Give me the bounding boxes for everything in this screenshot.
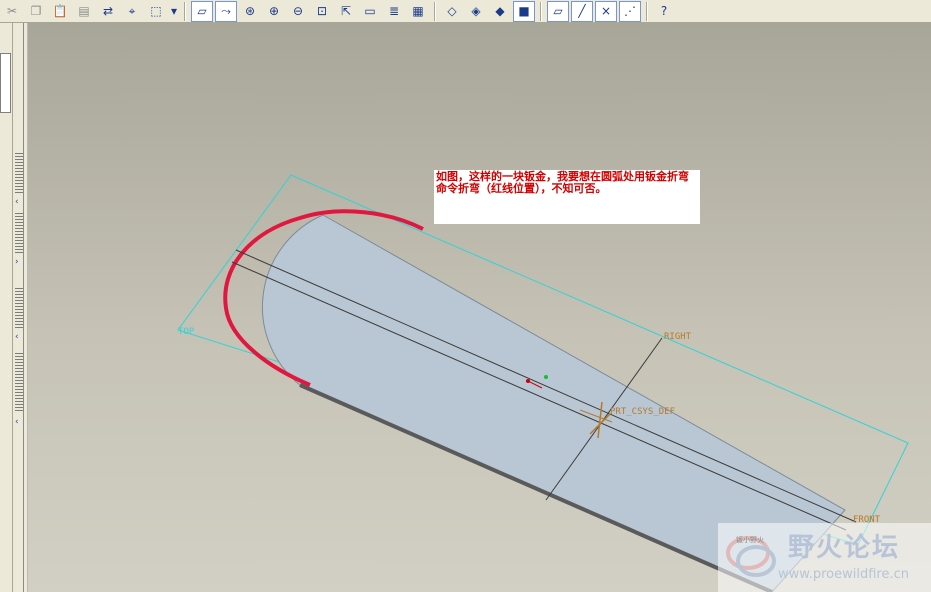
- watermark-title: 野火论坛: [788, 533, 901, 563]
- watermark-tiny-text: 钣小野火: [736, 536, 764, 544]
- model-canvas[interactable]: RIGHT FRONT TOP PRT_CSYS_DEF: [0, 0, 931, 592]
- top-datum-label[interactable]: TOP: [178, 327, 195, 337]
- datum-point[interactable]: [544, 375, 548, 379]
- graphics-window[interactable]: RIGHT FRONT TOP PRT_CSYS_DEF: [28, 23, 931, 592]
- annotation-note: 如图，这样的一块钣金，我要想在圆弧处用钣金折弯命令折弯（红线位置），不知可否。: [434, 170, 700, 224]
- csys-label[interactable]: PRT_CSYS_DEF: [610, 407, 675, 417]
- forum-watermark: 钣小野火 野火论坛 www.proewildfire.cn: [718, 523, 931, 592]
- right-datum-label[interactable]: RIGHT: [664, 332, 692, 342]
- annotation-text: 如图，这样的一块钣金，我要想在圆弧处用钣金折弯命令折弯（红线位置），不知可否。: [436, 170, 689, 195]
- watermark-url: www.proewildfire.cn: [778, 567, 909, 582]
